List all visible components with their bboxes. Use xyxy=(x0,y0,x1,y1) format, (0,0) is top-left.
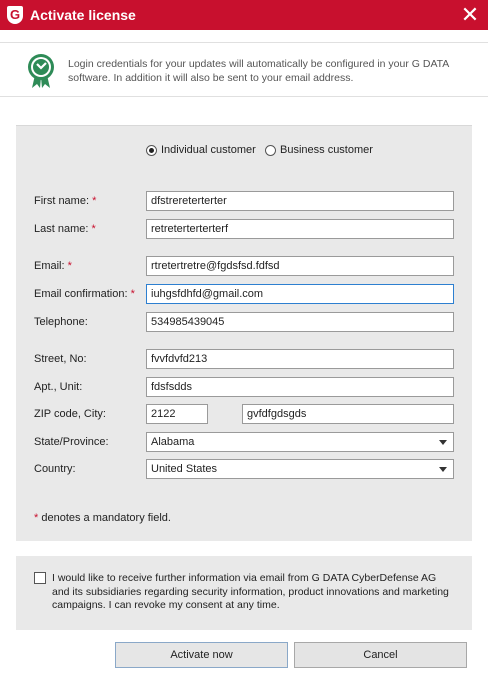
last-name-field[interactable]: retreterterterterf xyxy=(146,219,454,239)
gdata-logo-icon: G xyxy=(7,6,23,24)
city-field[interactable]: gvfdfgdsgds xyxy=(242,404,454,424)
required-marker: * xyxy=(92,195,97,207)
telephone-label: Telephone: xyxy=(34,316,88,328)
dropdown-arrow-icon xyxy=(439,440,447,445)
consent-text: I would like to receive further informat… xyxy=(52,572,449,611)
info-text: Login credentials for your updates will … xyxy=(68,58,449,84)
zip-code-field[interactable]: 2122 xyxy=(146,404,208,424)
email-confirmation-field[interactable]: iuhgsfdhfd@gmail.com xyxy=(146,284,454,304)
last-name-label: Last name: * xyxy=(34,223,96,235)
close-icon[interactable]: ✕ xyxy=(456,2,484,28)
consent-panel: I would like to receive further informat… xyxy=(16,556,472,630)
telephone-field[interactable]: 534985439045 xyxy=(146,312,454,332)
consent-checkbox[interactable] xyxy=(34,572,46,584)
required-marker: * xyxy=(34,512,39,524)
zip-city-label: ZIP code, City: xyxy=(34,408,106,420)
state-value: Alabama xyxy=(151,436,195,448)
country-value: United States xyxy=(151,463,218,475)
street-field[interactable]: fvvfdvfd213 xyxy=(146,349,454,369)
apt-unit-label: Apt., Unit: xyxy=(34,381,83,393)
state-dropdown[interactable]: Alabama xyxy=(146,432,454,452)
mandatory-note-text: denotes a mandatory field. xyxy=(41,512,171,524)
radio-selected-icon xyxy=(146,144,157,156)
business-customer-label: Business customer xyxy=(280,144,373,156)
window-title: Activate license xyxy=(30,7,136,23)
apt-unit-field[interactable]: fdsfsdds xyxy=(146,377,454,397)
first-name-label: First name: * xyxy=(34,195,97,207)
cancel-button[interactable]: Cancel xyxy=(294,642,467,668)
radio-unselected-icon xyxy=(265,144,276,156)
title-bar: G Activate license ✕ xyxy=(0,0,488,30)
email-confirmation-label: Email confirmation: * xyxy=(34,288,135,300)
dropdown-arrow-icon xyxy=(439,467,447,472)
country-dropdown[interactable]: United States xyxy=(146,459,454,479)
activate-now-button[interactable]: Activate now xyxy=(115,642,288,668)
business-customer-radio[interactable]: Business customer xyxy=(265,144,373,156)
first-name-field[interactable]: dfstrereterterter xyxy=(146,191,454,211)
info-banner: Login credentials for your updates will … xyxy=(0,42,488,97)
email-label: Email: * xyxy=(34,260,72,272)
state-label: State/Province: xyxy=(34,436,109,448)
individual-customer-label: Individual customer xyxy=(161,144,256,156)
form-panel: Individual customer Business customer Fi… xyxy=(16,125,472,541)
individual-customer-radio[interactable]: Individual customer xyxy=(146,144,256,156)
required-marker: * xyxy=(67,260,72,272)
required-marker: * xyxy=(130,288,135,300)
street-label: Street, No: xyxy=(34,353,87,365)
email-field[interactable]: rtretertretre@fgdsfsd.fdfsd xyxy=(146,256,454,276)
required-marker: * xyxy=(91,223,96,235)
mandatory-note: * denotes a mandatory field. xyxy=(34,512,171,524)
certificate-icon xyxy=(28,54,54,88)
country-label: Country: xyxy=(34,463,76,475)
